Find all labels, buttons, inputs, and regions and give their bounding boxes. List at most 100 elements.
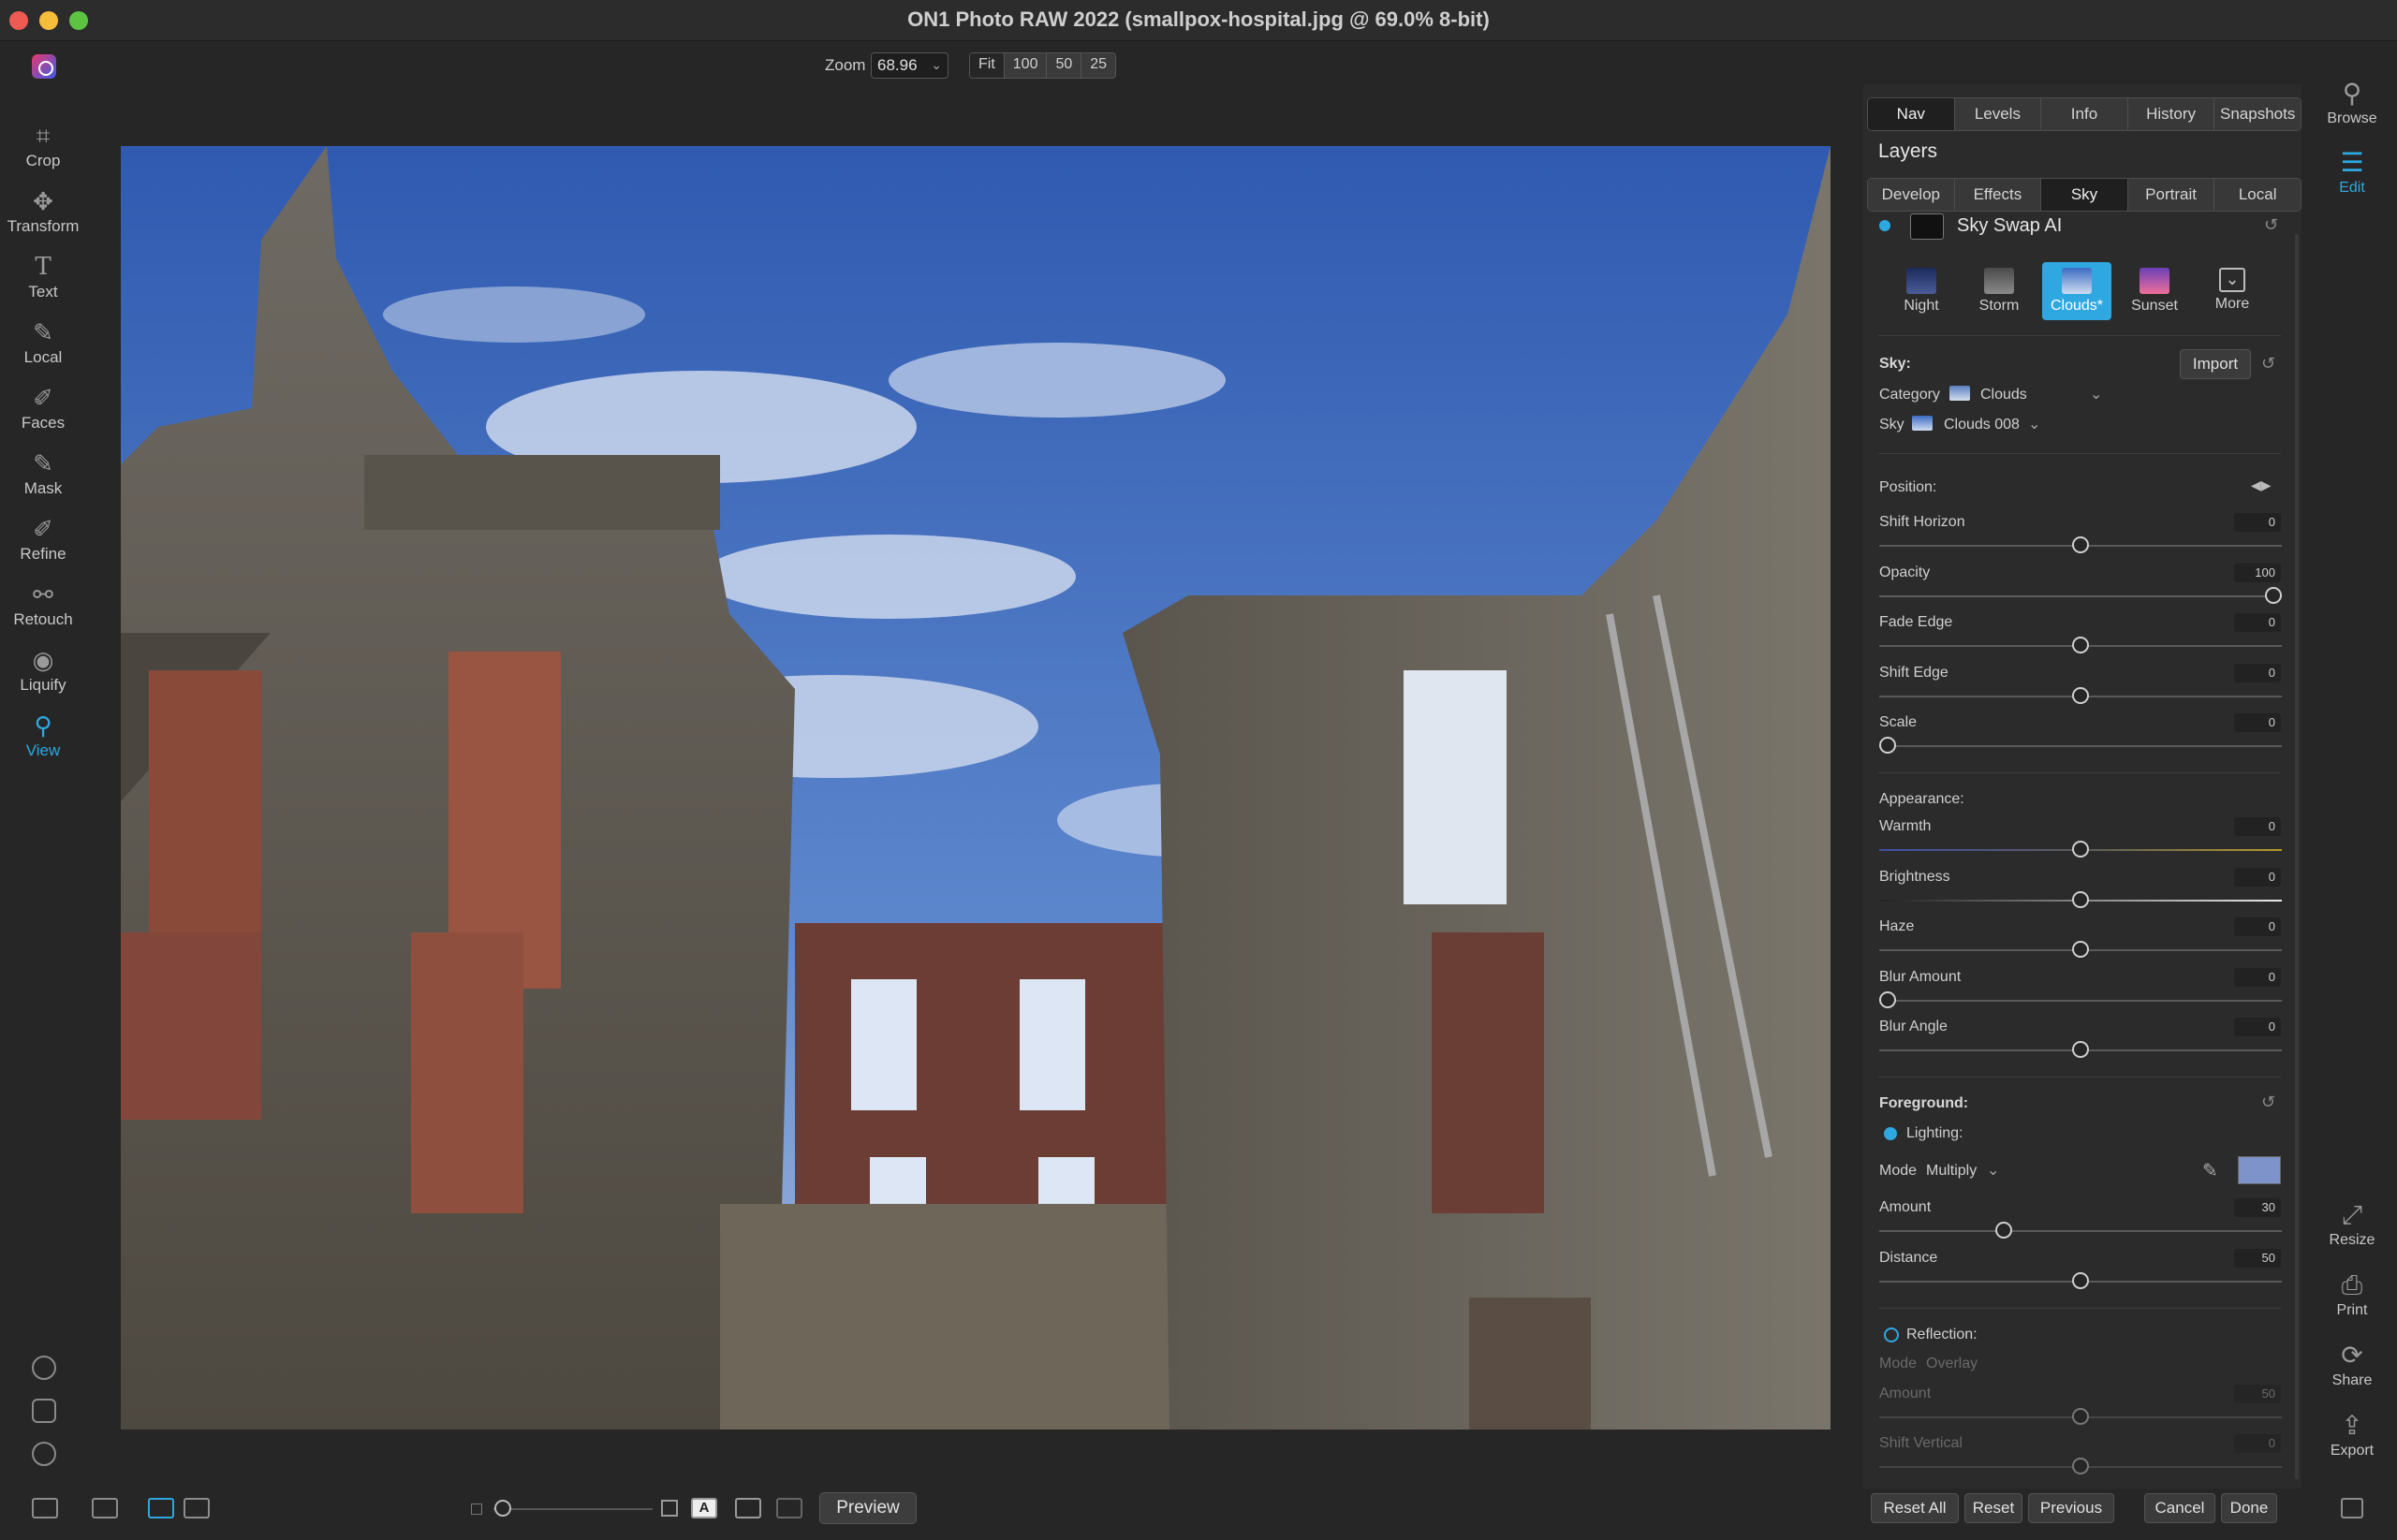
shift-horizon-value[interactable]: 0	[2234, 513, 2281, 532]
zoom-input[interactable]: 68.96 ⌄	[871, 52, 949, 79]
fade-edge-value[interactable]: 0	[2234, 613, 2281, 632]
warmth-value[interactable]: 0	[2234, 817, 2281, 836]
cancel-button[interactable]: Cancel	[2144, 1493, 2215, 1523]
shift-edge-value[interactable]: 0	[2234, 663, 2281, 682]
tool-mask[interactable]: ✎ Mask	[0, 447, 86, 509]
app-logo-icon[interactable]	[32, 54, 56, 79]
panel-toggle-icon[interactable]	[32, 1498, 58, 1518]
shift-horizon-knob[interactable]	[2072, 536, 2089, 553]
blur-amount-track[interactable]	[1879, 999, 2282, 1002]
arrows-icon[interactable]: ◀▶	[2251, 477, 2272, 493]
chevron-down-icon[interactable]: ⌄	[1987, 1161, 1999, 1180]
layers-title[interactable]: Layers	[1878, 140, 1937, 163]
blur-amount-value[interactable]: 0	[2234, 967, 2281, 987]
preset-night[interactable]: Night	[1887, 262, 1956, 320]
edit-button[interactable]: ☰ Edit	[2313, 146, 2391, 197]
reset-all-button[interactable]: Reset All	[1871, 1493, 1959, 1523]
blur-amount-knob[interactable]	[1879, 990, 1896, 1008]
filter-enabled-toggle[interactable]	[1879, 220, 1890, 231]
share-button[interactable]: ⟳ Share	[2313, 1339, 2391, 1389]
scale-value[interactable]: 0	[2234, 713, 2281, 732]
category-dropdown[interactable]: Clouds	[1980, 387, 2027, 403]
haze-value[interactable]: 0	[2234, 917, 2281, 936]
reset-foreground-icon[interactable]: ↺	[2261, 1093, 2275, 1112]
small-size-icon[interactable]	[471, 1503, 482, 1515]
amount-knob[interactable]	[1994, 1222, 2012, 1239]
fade-edge-knob[interactable]	[2072, 637, 2089, 653]
tab-sky[interactable]: Sky	[2041, 179, 2128, 211]
zoom-25-button[interactable]: 25	[1081, 53, 1116, 78]
tool-liquify[interactable]: ◉ Liquify	[0, 644, 86, 706]
zoom-fit-button[interactable]: Fit	[970, 53, 1005, 78]
reset-button[interactable]: Reset	[1964, 1493, 2022, 1523]
large-size-icon[interactable]	[661, 1500, 678, 1517]
tab-effects[interactable]: Effects	[1954, 179, 2042, 211]
zoom-50-button[interactable]: 50	[1047, 53, 1082, 78]
compare-icon[interactable]	[92, 1498, 118, 1518]
check-icon[interactable]	[776, 1498, 802, 1518]
blur-angle-knob[interactable]	[2072, 1041, 2089, 1058]
preview-button[interactable]: Preview	[819, 1492, 917, 1524]
thumbnail-size-track[interactable]	[493, 1508, 653, 1510]
tab-info[interactable]: Info	[2041, 98, 2128, 130]
lighting-color-swatch[interactable]	[2238, 1156, 2281, 1184]
thumbnail-size-knob[interactable]	[494, 1500, 511, 1517]
distance-knob[interactable]	[2072, 1271, 2089, 1289]
blur-angle-value[interactable]: 0	[2234, 1018, 2281, 1036]
tab-nav[interactable]: Nav	[1868, 98, 1955, 130]
previous-button[interactable]: Previous	[2028, 1493, 2114, 1523]
opacity-value[interactable]: 100	[2234, 563, 2281, 582]
user-icon[interactable]	[32, 1399, 56, 1423]
split-view-icon[interactable]	[184, 1498, 210, 1518]
tab-develop[interactable]: Develop	[1868, 179, 1955, 211]
lighting-toggle[interactable]	[1884, 1127, 1897, 1140]
opacity-track[interactable]	[1879, 594, 2282, 597]
panel-scrollbar[interactable]	[2295, 234, 2299, 1479]
tool-local[interactable]: ✎ Local	[0, 316, 86, 378]
tool-view[interactable]: ⚲ View	[0, 710, 86, 771]
shift-edge-knob[interactable]	[2072, 686, 2089, 704]
reset-filter-icon[interactable]: ↺	[2264, 215, 2278, 235]
tool-faces[interactable]: ✐ Faces	[0, 382, 86, 444]
tab-snapshots[interactable]: Snapshots	[2214, 98, 2301, 130]
tool-text[interactable]: T Text	[0, 251, 86, 313]
tool-refine[interactable]: ✐ Refine	[0, 513, 86, 575]
reset-sky-icon[interactable]: ↺	[2261, 354, 2275, 374]
mask-view-icon[interactable]	[735, 1498, 761, 1518]
sky-dropdown[interactable]: Clouds 008	[1944, 417, 2020, 433]
auto-a-icon[interactable]: A	[691, 1498, 717, 1518]
tool-retouch[interactable]: ⚯ Retouch	[0, 579, 86, 640]
chevron-down-icon[interactable]: ⌄	[2090, 385, 2102, 403]
tab-portrait[interactable]: Portrait	[2127, 179, 2215, 211]
light-bulb-icon[interactable]	[32, 1356, 56, 1380]
chevron-down-icon[interactable]: ⌄	[2028, 415, 2040, 433]
preset-storm[interactable]: Storm	[1964, 262, 2034, 320]
export-button[interactable]: ⇪ Export	[2313, 1409, 2391, 1459]
resize-button[interactable]: ⤢ Resize	[2313, 1198, 2391, 1249]
eyedropper-icon[interactable]: ✎	[2202, 1159, 2218, 1182]
brightness-value[interactable]: 0	[2234, 867, 2281, 887]
reflection-toggle[interactable]	[1884, 1327, 1899, 1342]
done-button[interactable]: Done	[2221, 1493, 2277, 1523]
tool-crop[interactable]: ⌗ Crop	[0, 120, 86, 182]
brightness-knob[interactable]	[2072, 890, 2089, 908]
right-panel-toggle-icon[interactable]	[2341, 1498, 2363, 1518]
scale-knob[interactable]	[1879, 737, 1896, 754]
zoom-100-button[interactable]: 100	[1004, 53, 1048, 78]
warmth-knob[interactable]	[2072, 841, 2089, 858]
scale-track[interactable]	[1879, 745, 2282, 747]
tab-history[interactable]: History	[2127, 98, 2215, 130]
amount-track[interactable]	[1879, 1230, 2282, 1232]
opacity-knob[interactable]	[2265, 586, 2282, 604]
distance-value[interactable]: 50	[2234, 1248, 2281, 1268]
print-button[interactable]: ⎙ Print	[2313, 1269, 2391, 1319]
tab-local[interactable]: Local	[2214, 179, 2301, 211]
single-view-icon[interactable]	[148, 1498, 174, 1518]
tab-levels[interactable]: Levels	[1954, 98, 2042, 130]
tool-transform[interactable]: ✥ Transform	[0, 185, 86, 247]
haze-knob[interactable]	[2072, 941, 2089, 958]
preset-sunset[interactable]: Sunset	[2120, 262, 2189, 320]
filter-mask-thumbnail[interactable]	[1910, 213, 1944, 240]
photo-canvas[interactable]	[121, 146, 1831, 1430]
amount-value[interactable]: 30	[2234, 1198, 2281, 1217]
